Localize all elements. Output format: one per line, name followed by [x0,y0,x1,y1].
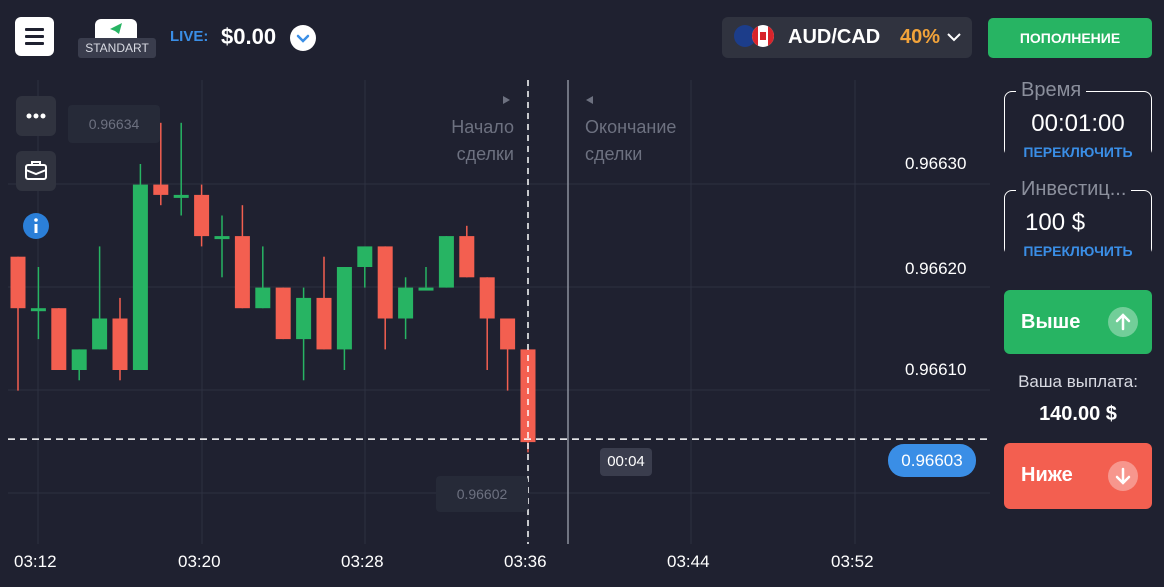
investment-value[interactable]: 100 $ [1025,209,1164,237]
trade-start-arrow-icon [503,96,510,104]
candle-body [438,236,454,288]
higher-label: Выше [1021,311,1081,333]
candle-body [316,297,332,350]
chevron-down-icon [947,33,961,42]
candle-body [234,236,250,309]
time-axis-label: 03:36 [504,552,547,571]
candle-body [357,246,373,267]
chevron-down-icon [296,34,310,43]
candle-body [92,318,108,350]
investment-caption: Инвестиц... [1016,178,1132,201]
time-axis-label: 03:12 [14,552,57,571]
candle-body [520,349,536,443]
candle-body [377,246,393,319]
candle-body [275,287,291,340]
investment-field[interactable]: Инвестиц... 100 $ ПЕРЕКЛЮЧИТЬ [1004,178,1152,259]
price-axis-label: 0.96620 [905,259,967,278]
candle-body [71,349,87,370]
candle-body [214,236,230,240]
asset-payout-percent: 40% [900,26,941,48]
asset-selector[interactable]: AUD/CAD 40% [722,17,972,58]
arrow-down-icon [1108,461,1138,491]
canada-flag-icon [752,25,774,47]
candle-body [336,267,352,350]
info-button[interactable] [16,206,56,246]
candle-body [194,194,210,237]
menu-button[interactable] [15,17,54,56]
top-bar: STANDART LIVE: $0.00 AUD/CAD 40% ПОПОЛНЕ… [0,0,1164,76]
candle-body [153,184,169,195]
balance-dropdown-button[interactable] [290,25,316,51]
candle-body [459,236,475,278]
payout-value: 140.00 $ [1039,403,1117,425]
time-value[interactable]: 00:01:00 [1005,110,1151,138]
candle-body [10,256,26,309]
candle-body [112,318,128,370]
deposit-button[interactable]: ПОПОЛНЕНИЕ [988,18,1152,58]
trade-end-label: Окончание сделки [585,117,677,164]
time-caption: Время [1016,79,1087,102]
current-price-badge: 0.96603 [888,444,976,477]
info-icon [23,213,49,239]
investment-switch-link[interactable]: ПЕРЕКЛЮЧИТЬ [1005,243,1151,259]
candle-body [479,277,495,319]
candle-body [255,287,271,309]
hamburger-icon [25,28,44,31]
lower-button[interactable]: Ниже [1004,443,1152,509]
candle-body [173,194,189,198]
arrow-up-icon [1108,307,1138,337]
live-label: LIVE: [170,28,209,45]
lower-label: Ниже [1021,464,1073,486]
balance-value: $0.00 [221,24,277,49]
trade-end-arrow-icon [586,96,593,104]
higher-button[interactable]: Выше [1004,290,1152,354]
candle-body [296,297,312,340]
time-axis-label: 03:44 [667,552,710,571]
high-price-marker: 0.96634 [68,105,160,143]
time-axis-label: 03:20 [178,552,221,571]
candle-body [500,318,516,350]
low-price-marker: 0.96602 [436,476,528,512]
price-chart[interactable]: 0.96634 0.96602 Начало сделки Окончание … [0,76,990,587]
candle-body [51,308,67,370]
candle-body [418,287,434,291]
time-axis-label: 03:52 [831,552,874,571]
time-switch-link[interactable]: ПЕРЕКЛЮЧИТЬ [1005,144,1151,160]
candle-body [398,287,414,319]
paper-plane-icon [110,23,122,34]
payout-caption: Ваша выплата: [1018,372,1138,391]
candle-body [132,184,148,370]
candle-body [30,308,46,312]
asset-pair: AUD/CAD [788,26,881,48]
trades-button[interactable] [16,151,56,191]
expiry-timer: 00:04 [600,448,652,476]
more-options-button[interactable] [16,96,56,136]
account-selector[interactable]: STANDART [78,16,156,58]
price-axis-label: 0.96610 [905,360,967,379]
briefcase-icon [25,161,47,180]
time-axis-label: 03:28 [341,552,384,571]
time-field[interactable]: Время 00:01:00 ПЕРЕКЛЮЧИТЬ [1004,79,1152,160]
trade-start-label: Начало сделки [451,117,514,164]
price-axis-label: 0.96630 [905,154,967,173]
account-type-badge: STANDART [78,38,156,58]
more-dots-icon [26,113,46,119]
